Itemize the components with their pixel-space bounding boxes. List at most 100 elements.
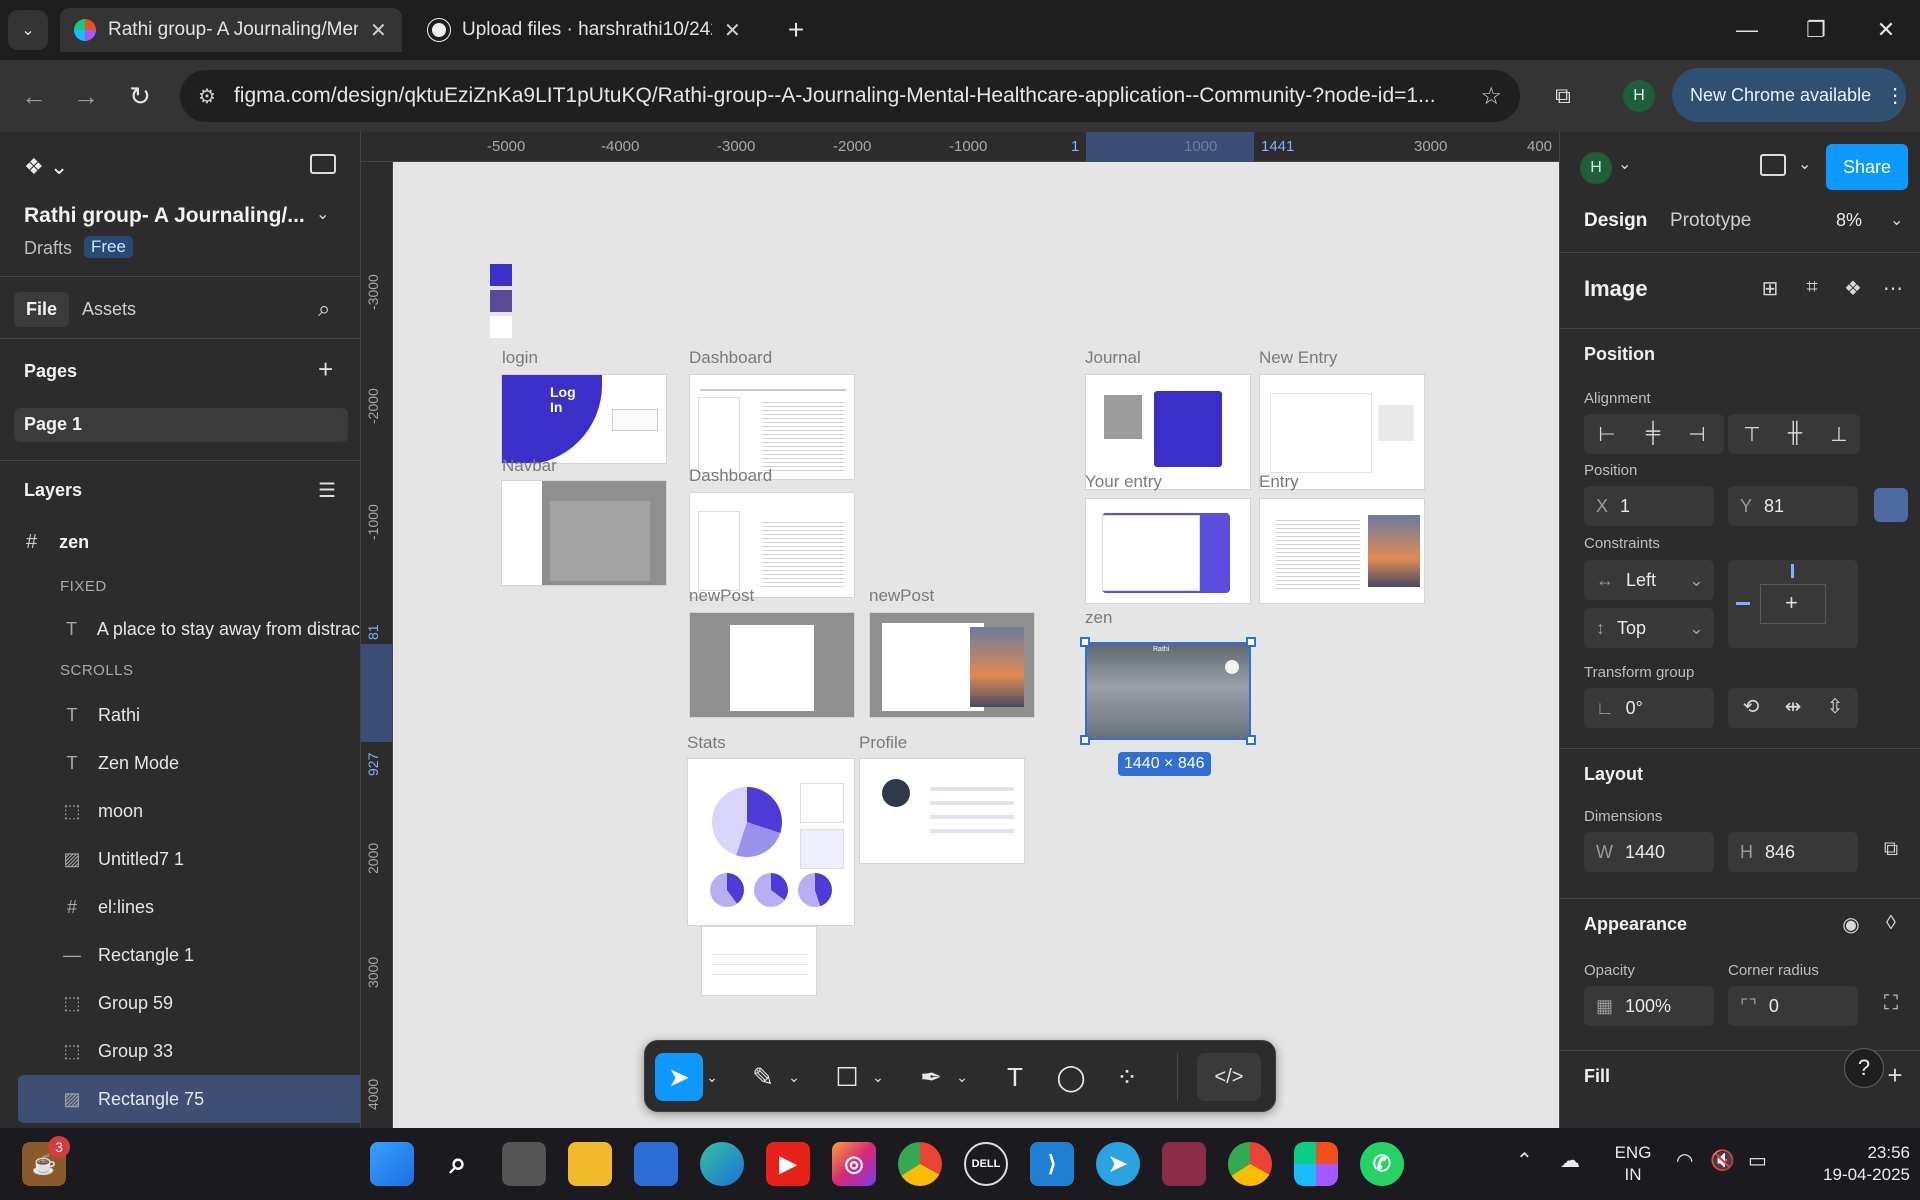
present-icon[interactable] [1760, 154, 1786, 176]
frame-label-newpost[interactable]: newPost [689, 586, 754, 606]
layer-row[interactable]: ⬚ moon [0, 787, 360, 835]
frame-label-zen[interactable]: zen [1085, 608, 1112, 628]
whatsapp-icon[interactable]: ✆ [1360, 1142, 1404, 1186]
show-hidden-icons-icon[interactable]: ⌃ [1516, 1148, 1533, 1173]
blend-mode-icon[interactable]: ◊ [1874, 912, 1908, 935]
selection-handle[interactable] [1246, 637, 1256, 647]
volume-muted-icon[interactable]: 🔇 [1710, 1148, 1735, 1173]
layer-row[interactable]: ▨ Rectangle 75 [18, 1075, 360, 1123]
search-icon[interactable]: ⌕ [318, 296, 330, 322]
absolute-position-icon[interactable] [1874, 488, 1908, 522]
winrar-icon[interactable] [1162, 1142, 1206, 1186]
layer-row[interactable]: ⬚ Group 59 [0, 979, 360, 1027]
search-icon[interactable]: ⌕ [436, 1142, 480, 1186]
height-input[interactable]: H 846 [1728, 832, 1858, 872]
dev-mode-toggle[interactable]: </> [1197, 1053, 1261, 1101]
close-window-button[interactable]: ✕ [1866, 10, 1906, 50]
wifi-icon[interactable]: ◠ [1676, 1148, 1693, 1173]
frame-dashboard[interactable] [689, 374, 855, 480]
resize-to-fit-icon[interactable]: ⧉ [1874, 838, 1908, 861]
crop-icon[interactable]: ⌗ [1795, 276, 1829, 299]
share-button[interactable]: Share [1826, 144, 1908, 190]
language-indicator[interactable]: ENG IN [1608, 1142, 1658, 1186]
pencil-tool-dropdown-icon[interactable]: ⌄ [785, 1053, 803, 1101]
tab-prototype[interactable]: Prototype [1670, 210, 1751, 232]
text-tool[interactable]: T [991, 1053, 1039, 1101]
y-position-input[interactable]: Y 81 [1728, 486, 1858, 526]
more-options-icon[interactable]: ⋯ [1876, 276, 1910, 301]
frame-label-stats[interactable]: Stats [687, 733, 726, 753]
independent-corners-icon[interactable]: ⛶ [1874, 992, 1908, 1015]
horizontal-constraint-select[interactable]: ↔ Left ⌄ [1584, 560, 1714, 600]
frame-dashboard[interactable] [689, 492, 855, 598]
layer-row[interactable]: ⬚ Group 33 [0, 1027, 360, 1075]
pen-tool-dropdown-icon[interactable]: ⌄ [953, 1053, 971, 1101]
chrome-icon[interactable] [898, 1142, 942, 1186]
add-page-icon[interactable]: + [318, 354, 333, 385]
frame-label-new-entry[interactable]: New Entry [1259, 348, 1337, 368]
align-left-icon[interactable]: ⊢ [1590, 422, 1624, 447]
color-swatch[interactable] [490, 290, 512, 312]
restore-button[interactable]: ❐ [1796, 10, 1836, 50]
selection-handle[interactable] [1080, 735, 1090, 745]
figma-menu-icon[interactable]: ❖ ⌄ [24, 154, 68, 180]
clock[interactable]: 23:56 19-04-2025 [1790, 1142, 1910, 1186]
constraints-widget[interactable]: + [1728, 560, 1858, 648]
dell-icon[interactable]: DELL [964, 1142, 1008, 1186]
align-middle-v-icon[interactable]: ╫ [1778, 422, 1812, 445]
layer-row[interactable]: — Rectangle 1 [0, 931, 360, 979]
user-avatar[interactable]: H [1580, 152, 1612, 184]
tab-github[interactable]: Upload files · harshrathi10/2420 ✕ [414, 8, 756, 52]
design-canvas[interactable]: login Log In Navbar Dashboard Dashboard … [393, 162, 1559, 1128]
extensions-icon[interactable]: ⧉ [1543, 74, 1583, 118]
frame-entry[interactable] [1259, 498, 1425, 604]
zoom-level[interactable]: 8% [1836, 210, 1862, 231]
new-chrome-available-button[interactable]: New Chrome available ⋮ [1672, 68, 1906, 122]
rotate-icon[interactable]: ⟲ [1734, 694, 1768, 719]
minimize-button[interactable]: — [1727, 10, 1767, 50]
frame-profile[interactable] [859, 758, 1025, 864]
frame-stats[interactable] [687, 758, 855, 926]
back-button[interactable]: ← [12, 74, 56, 118]
grid-icon[interactable]: ⊞ [1753, 276, 1787, 301]
windows-start-icon[interactable] [370, 1142, 414, 1186]
toggle-sidebar-icon[interactable] [310, 154, 336, 174]
frame-label-profile[interactable]: Profile [859, 733, 907, 753]
file-menu-chevron-icon[interactable]: ⌄ [316, 204, 329, 224]
x-position-input[interactable]: X1 [1584, 486, 1714, 526]
microsoft-store-icon[interactable] [634, 1142, 678, 1186]
pencil-tool[interactable]: ✎ [739, 1053, 787, 1101]
add-fill-icon[interactable]: + [1878, 1060, 1912, 1091]
frame-navbar[interactable] [501, 480, 667, 586]
component-icon[interactable]: ❖ [1836, 276, 1870, 301]
instagram-icon[interactable]: ◎ [832, 1142, 876, 1186]
site-info-icon[interactable]: ⚙ [198, 84, 216, 109]
align-bottom-icon[interactable]: ⊥ [1822, 422, 1856, 447]
color-swatch[interactable] [490, 264, 512, 286]
move-tool-dropdown-icon[interactable]: ⌄ [703, 1053, 721, 1101]
opacity-input[interactable]: ▦ 100% [1584, 986, 1714, 1026]
vscode-icon[interactable]: ⟩ [1030, 1142, 1074, 1186]
selection-handle[interactable] [1246, 735, 1256, 745]
align-top-icon[interactable]: ⊤ [1735, 422, 1769, 447]
address-bar[interactable]: ⚙ figma.com/design/qktuEziZnKa9LIT1pUtuK… [180, 70, 1520, 122]
frame-label-dashboard[interactable]: Dashboard [689, 348, 772, 368]
comment-tool[interactable]: ◯ [1047, 1053, 1095, 1101]
layer-row[interactable]: T Zen Mode [0, 739, 360, 787]
frame-stats-frequency[interactable] [701, 926, 817, 996]
present-dropdown-icon[interactable]: ⌄ [1798, 154, 1811, 174]
tab-search-button[interactable]: ⌄ [8, 10, 48, 50]
profile-avatar[interactable]: H [1623, 80, 1655, 112]
color-swatch[interactable] [490, 316, 512, 338]
task-view-icon[interactable] [502, 1142, 546, 1186]
frame-login[interactable]: Log In [501, 374, 667, 464]
collapse-layers-icon[interactable]: ☰ [318, 478, 336, 503]
new-tab-button[interactable]: + [776, 10, 816, 50]
youtube-icon[interactable]: ▶ [766, 1142, 810, 1186]
tab-design[interactable]: Design [1584, 210, 1647, 232]
root-layer-row[interactable]: # zen [0, 518, 360, 566]
frame-zen[interactable]: Rathi [1085, 642, 1251, 740]
figma-app-icon[interactable] [1294, 1142, 1338, 1186]
width-input[interactable]: W 1440 [1584, 832, 1714, 872]
zoom-dropdown-icon[interactable]: ⌄ [1890, 210, 1903, 230]
